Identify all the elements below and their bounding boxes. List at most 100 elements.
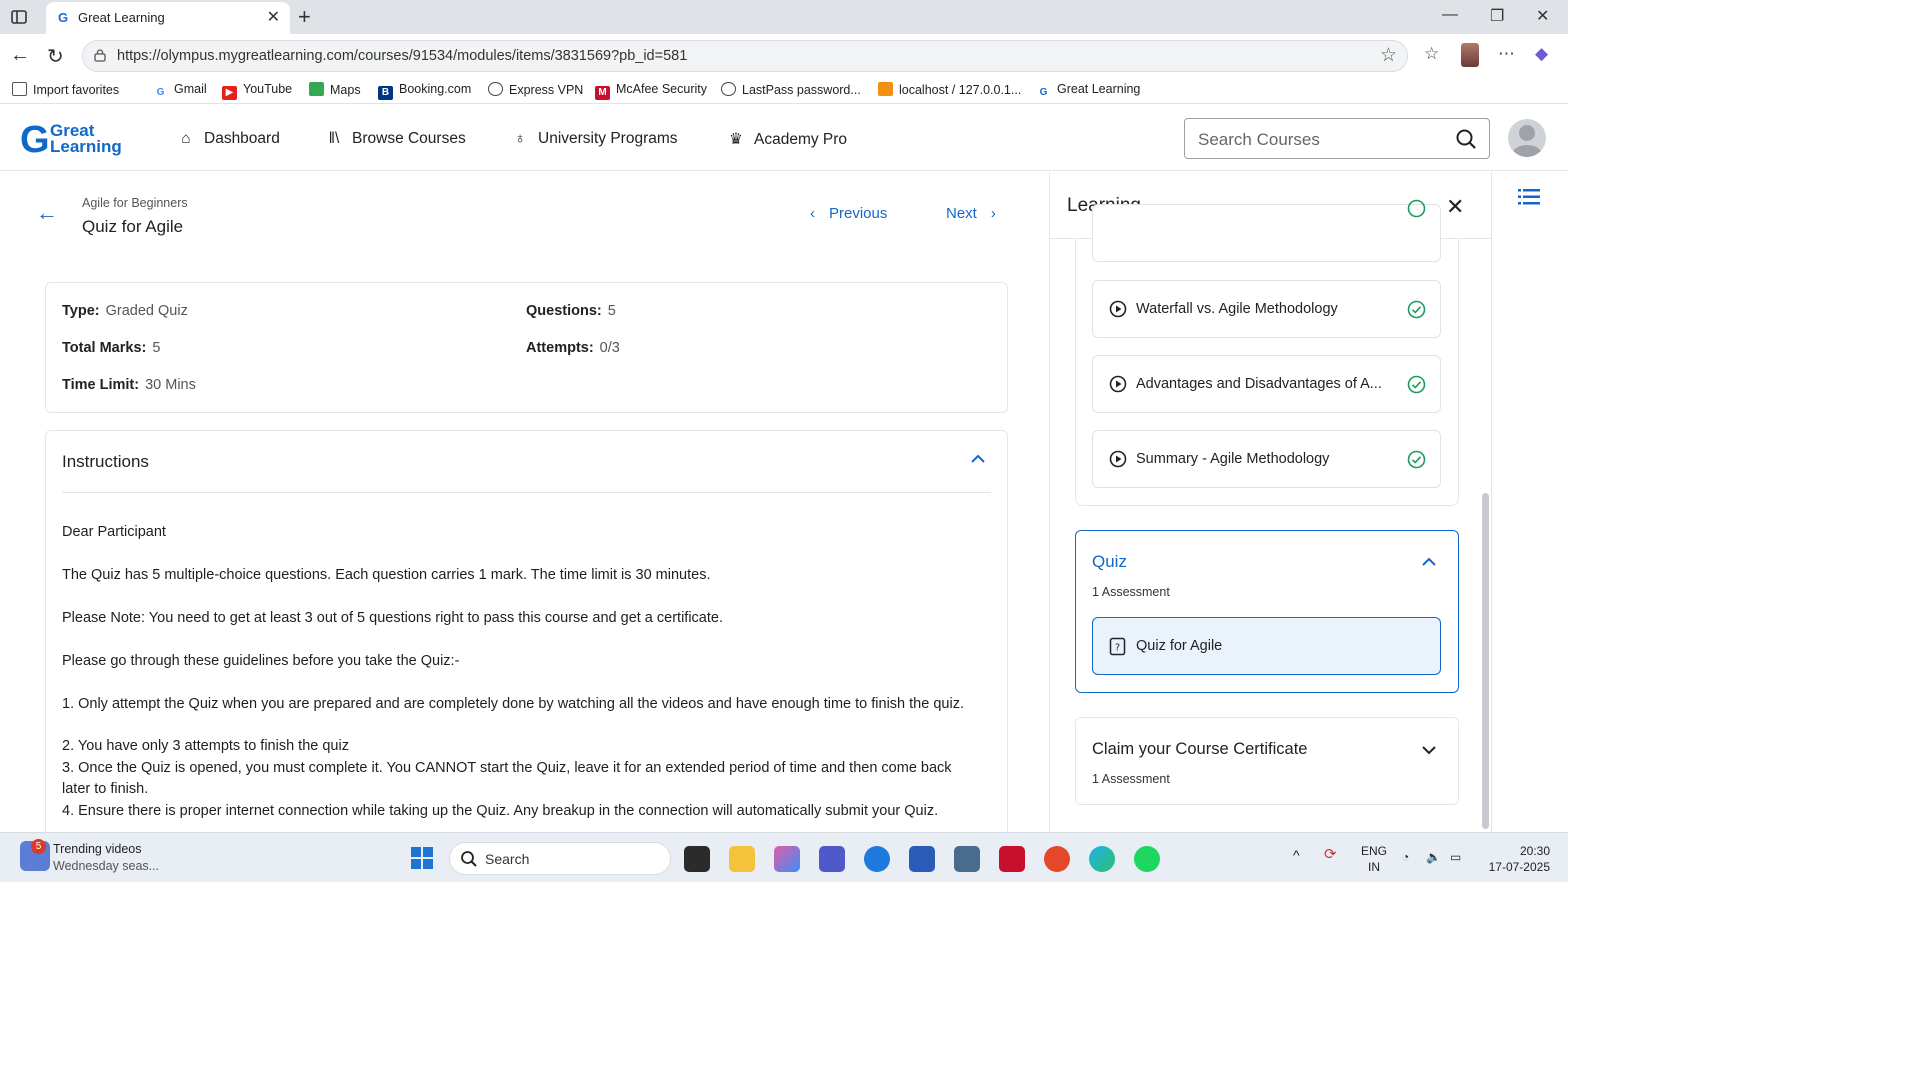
- back-icon[interactable]: ←: [10, 44, 30, 67]
- chevron-up-icon[interactable]: [1420, 553, 1438, 571]
- url-field[interactable]: https://olympus.mygreatlearning.com/cour…: [82, 40, 1408, 72]
- maps-icon: [309, 82, 324, 96]
- site-info-icon[interactable]: [93, 48, 107, 62]
- tab-close-icon[interactable]: ✕: [267, 7, 280, 27]
- certificate-module-title[interactable]: Claim your Course Certificate: [1092, 740, 1307, 759]
- address-bar-row: ← ↻ https://olympus.mygreatlearning.com/…: [0, 34, 1568, 76]
- bookmarks-bar: Import favorites G Gmail ▶ YouTube Maps BB…: [0, 76, 1568, 104]
- sync-icon[interactable]: ⟳: [1324, 847, 1337, 863]
- bookmark-booking[interactable]: B Booking.com: [378, 82, 471, 100]
- nav-academy-pro[interactable]: ♛ Academy Pro: [726, 130, 847, 149]
- store-icon[interactable]: [909, 846, 935, 872]
- bookmark-great-learning[interactable]: G Great Learning: [1036, 82, 1140, 100]
- task-view-icon[interactable]: [684, 846, 710, 872]
- instruction-line: 3. Once the Quiz is opened, you must com…: [62, 760, 952, 797]
- breadcrumb[interactable]: Agile for Beginners: [82, 196, 188, 210]
- instruction-line: Dear Participant: [62, 524, 166, 540]
- info-questions: Questions: 5: [526, 303, 616, 319]
- url-text: https://olympus.mygreatlearning.com/cour…: [117, 48, 688, 64]
- nav-dashboard[interactable]: ⌂ Dashboard: [176, 130, 280, 148]
- bookmark-import-favorites[interactable]: Import favorites: [12, 82, 119, 97]
- quiz-item-active[interactable]: ? Quiz for Agile: [1092, 617, 1441, 675]
- minimize-icon[interactable]: —: [1442, 6, 1458, 24]
- info-type: Type: Graded Quiz: [62, 303, 188, 319]
- certificate-module: Claim your Course Certificate 1 Assessme…: [1075, 717, 1459, 805]
- play-circle-icon: [1109, 300, 1127, 318]
- user-avatar[interactable]: [1508, 119, 1546, 157]
- volume-icon[interactable]: 🔈: [1426, 849, 1441, 865]
- panel-close-icon[interactable]: ✕: [1446, 194, 1464, 220]
- logo-text-line2: Learning: [50, 137, 122, 156]
- reload-icon[interactable]: ↻: [47, 44, 64, 69]
- great-learning-logo[interactable]: G Great Learning: [20, 121, 130, 161]
- lesson-item[interactable]: Waterfall vs. Agile Methodology: [1092, 280, 1441, 338]
- play-circle-icon: [1109, 375, 1127, 393]
- new-tab-icon[interactable]: +: [298, 4, 311, 30]
- mcafee-taskbar-icon[interactable]: [999, 846, 1025, 872]
- instruction-line: 4. Ensure there is proper internet conne…: [62, 803, 939, 819]
- panel-scrollbar[interactable]: [1482, 493, 1489, 829]
- quiz-document-icon: ?: [1109, 637, 1126, 656]
- quiz-module-title[interactable]: Quiz: [1092, 552, 1127, 572]
- list-icon[interactable]: [1518, 188, 1540, 206]
- window-close-icon[interactable]: ✕: [1536, 6, 1549, 26]
- award-icon: ♁: [514, 130, 526, 147]
- lesson-item-partial[interactable]: [1092, 199, 1441, 262]
- great-learning-icon: G: [1036, 86, 1051, 100]
- lesson-item[interactable]: Advantages and Disadvantages of A...: [1092, 355, 1441, 413]
- next-button[interactable]: Next ›: [946, 205, 996, 222]
- search-input[interactable]: Search Courses: [1184, 118, 1490, 159]
- news-widget-title[interactable]: Trending videos: [53, 842, 141, 856]
- play-circle-icon: [1109, 450, 1127, 468]
- chevron-up-icon[interactable]: [969, 450, 987, 468]
- bookmark-localhost[interactable]: localhost / 127.0.0.1...: [878, 82, 1021, 97]
- crown-icon: ♛: [729, 131, 743, 148]
- bookmark-maps[interactable]: Maps: [309, 82, 361, 97]
- youtube-icon: ▶: [222, 86, 237, 100]
- spotify-icon[interactable]: [1134, 846, 1160, 872]
- previous-button[interactable]: ‹ Previous: [810, 205, 887, 222]
- tab-actions-icon[interactable]: [10, 8, 28, 26]
- copilot-app-icon[interactable]: [774, 846, 800, 872]
- globe-icon: [721, 82, 736, 96]
- more-options-icon[interactable]: ⋯: [1498, 44, 1515, 64]
- clock[interactable]: 20:30 17-07-2025: [1484, 843, 1550, 875]
- tray-chevron-up-icon[interactable]: ^: [1293, 847, 1300, 863]
- windows-taskbar: 5 Trending videos Wednesday seas... Sear…: [0, 832, 1568, 882]
- favorites-icon[interactable]: ☆: [1424, 44, 1439, 64]
- windows-start-icon[interactable]: [410, 846, 434, 870]
- booking-icon: B: [378, 86, 393, 100]
- bookmark-lastpass[interactable]: LastPass password...: [721, 82, 861, 97]
- copilot-icon[interactable]: ◆: [1535, 44, 1548, 64]
- wifi-icon[interactable]: ◔: [1402, 849, 1409, 865]
- instructions-heading[interactable]: Instructions: [62, 452, 149, 472]
- lesson-item[interactable]: Summary - Agile Methodology: [1092, 430, 1441, 488]
- bookmark-youtube[interactable]: ▶ YouTube: [222, 82, 292, 100]
- bookmark-gmail[interactable]: G Gmail: [153, 82, 207, 100]
- back-arrow-icon[interactable]: ←: [36, 200, 58, 226]
- teams-icon[interactable]: [819, 846, 845, 872]
- taskbar-search-label: Search: [485, 851, 530, 867]
- file-explorer-icon[interactable]: [729, 846, 755, 872]
- bookmark-express-vpn[interactable]: Express VPN: [488, 82, 583, 97]
- edge-icon[interactable]: [1089, 846, 1115, 872]
- help-icon[interactable]: [864, 846, 890, 872]
- news-widget-subtitle: Wednesday seas...: [53, 859, 160, 873]
- browser-profile-avatar[interactable]: [1461, 43, 1479, 67]
- browser-tab-active[interactable]: G Great Learning ✕: [46, 2, 290, 34]
- language-indicator[interactable]: ENG IN: [1361, 843, 1387, 875]
- google-icon: G: [153, 86, 168, 100]
- chevron-down-icon[interactable]: [1420, 741, 1438, 759]
- nav-browse-courses[interactable]: ‖\ Browse Courses: [324, 130, 466, 148]
- taskbar-search[interactable]: Search: [449, 842, 671, 875]
- wps-office-icon[interactable]: [1044, 846, 1070, 872]
- search-icon[interactable]: [1455, 128, 1477, 150]
- bookmark-mcafee[interactable]: M McAfee Security: [595, 82, 707, 100]
- app-icon[interactable]: [954, 846, 980, 872]
- favorite-star-icon[interactable]: ☆: [1380, 44, 1397, 67]
- check-circle-icon: [1407, 375, 1426, 394]
- logo-g-icon: G: [20, 119, 50, 161]
- restore-icon[interactable]: ❐: [1490, 6, 1504, 26]
- battery-icon[interactable]: ▭: [1450, 849, 1461, 865]
- nav-university-programs[interactable]: ♁ University Programs: [510, 130, 677, 148]
